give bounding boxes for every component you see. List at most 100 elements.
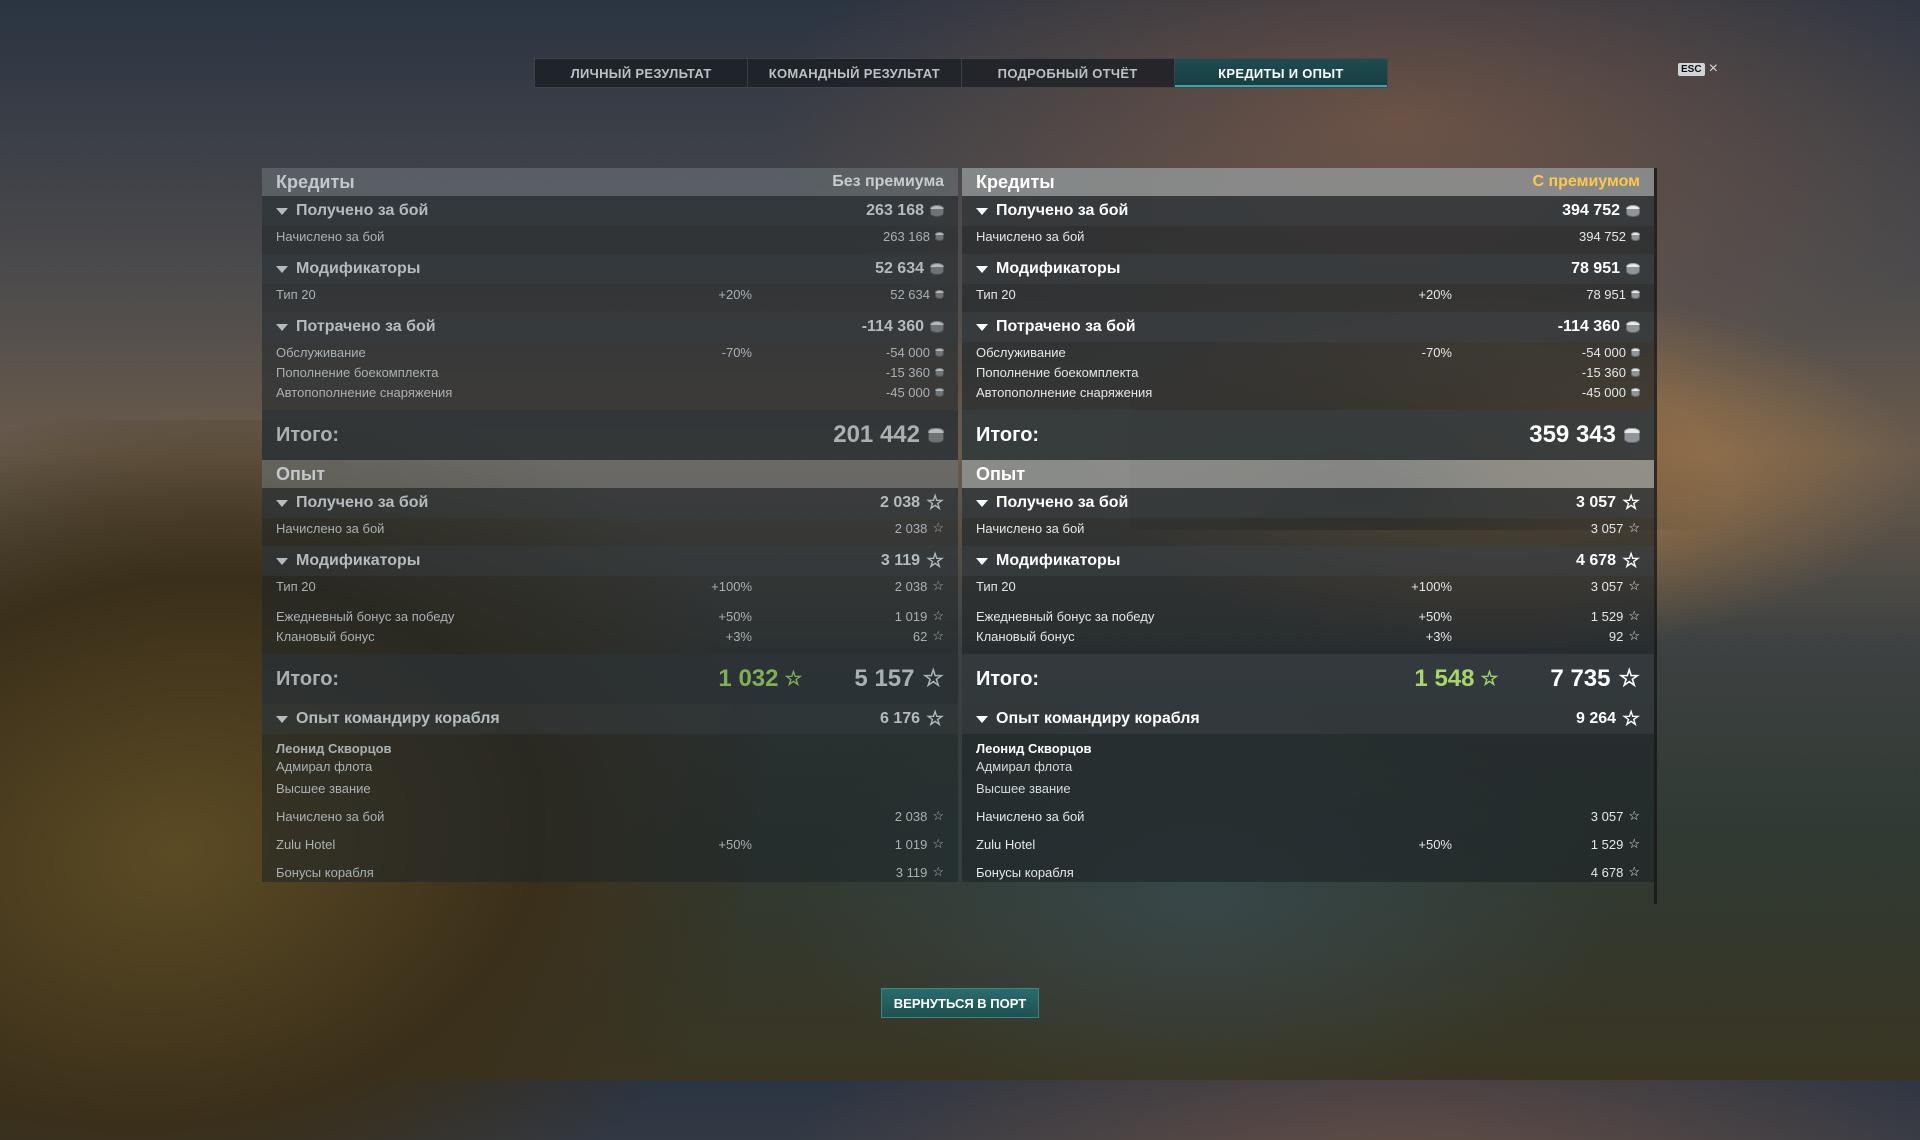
close-button[interactable]: ESC × (1678, 61, 1718, 77)
triangle-down-icon (976, 323, 988, 331)
list-item: Zulu Hotel +50% 1 529 ☆ (962, 834, 1654, 854)
list-item: Начислено за бой 2 038 ☆ (262, 806, 958, 826)
item-value: -15 360 (1581, 364, 1626, 380)
total-label: Итого: (276, 423, 340, 446)
item-percent: +50% (718, 836, 752, 852)
item-value: 2 038 (894, 578, 928, 594)
triangle-down-icon (976, 557, 988, 565)
triangle-down-icon (976, 265, 988, 273)
list-item: Тип 20 +100% 2 038 ☆ (262, 576, 958, 596)
row-label: Опыт командиру корабля (996, 710, 1200, 727)
item-value: 263 168 (883, 228, 930, 244)
coin-icon (935, 387, 944, 397)
tab-team-result[interactable]: КОМАНДНЫЙ РЕЗУЛЬТАТ (748, 59, 962, 87)
item-value: 1 019 (894, 608, 928, 624)
commander-info: Леонид Скворцов Адмирал флота Высшее зва… (962, 734, 1654, 798)
commander-rank: Адмирал флота (276, 759, 373, 774)
item-label: Пополнение боекомплекта (276, 364, 439, 380)
total-value: 359 343 (1529, 421, 1616, 448)
item-label: Автопополнение снаряжения (276, 384, 453, 400)
item-label: Ежедневный бонус за победу (276, 608, 455, 624)
triangle-down-icon (276, 265, 288, 273)
free-xp-total: 1 548 ☆ (1414, 665, 1498, 693)
triangle-down-icon (976, 207, 988, 215)
triangle-down-icon (276, 715, 288, 723)
tab-bar: ЛИЧНЫЙ РЕЗУЛЬТАТ КОМАНДНЫЙ РЕЗУЛЬТАТ ПОД… (534, 58, 1388, 88)
coin-icon (930, 205, 944, 217)
row-label: Модификаторы (996, 260, 1121, 277)
credits-header: Кредиты С премиумом (962, 168, 1654, 196)
star-icon: ☆ (784, 668, 803, 690)
tab-detailed-report[interactable]: ПОДРОБНЫЙ ОТЧЁТ (962, 59, 1175, 87)
list-item: Тип 20 +100% 3 057 ☆ (962, 576, 1654, 596)
panel-without-premium: Кредиты Без премиума Получено за бой 263… (262, 168, 958, 904)
xp-modifiers-row[interactable]: Модификаторы 3 119 ☆ (262, 546, 958, 576)
free-xp-value: 1 032 (718, 665, 779, 692)
row-value: -114 360 (1557, 318, 1620, 335)
tab-personal-result[interactable]: ЛИЧНЫЙ РЕЗУЛЬТАТ (535, 59, 749, 87)
total-label: Итого: (976, 423, 1040, 446)
star-icon: ☆ (926, 550, 944, 572)
row-label: Опыт командиру корабля (296, 710, 500, 727)
star-icon: ☆ (1618, 665, 1640, 692)
star-icon: ☆ (1628, 836, 1640, 851)
item-value: 92 (1608, 628, 1624, 644)
row-value: 263 168 (866, 202, 924, 219)
xp-modifiers-row[interactable]: Модификаторы 4 678 ☆ (962, 546, 1654, 576)
item-label: Автопополнение снаряжения (976, 384, 1153, 400)
item-value: 52 634 (890, 286, 930, 302)
list-item: Тип 20 +20% 78 951 (962, 284, 1654, 304)
list-item: Обслуживание -70% -54 000 (262, 342, 958, 362)
total-value: 7 735 (1550, 665, 1611, 692)
xp-total-row: Итого: 1 548 ☆ 7 735 ☆ (962, 654, 1654, 704)
item-percent: +50% (718, 608, 752, 624)
star-icon: ☆ (932, 520, 944, 535)
credits-block: Получено за бой 263 168 Начислено за бой… (262, 196, 958, 460)
item-label: Тип 20 (976, 578, 1016, 594)
coin-icon (930, 321, 944, 333)
item-value: 1 019 (894, 836, 928, 852)
row-label: Потрачено за бой (996, 318, 1136, 335)
item-label: Начислено за бой (276, 520, 385, 536)
commander-xp-row[interactable]: Опыт командиру корабля 6 176 ☆ (262, 704, 958, 734)
list-item: Клановый бонус +3% 92 ☆ (962, 626, 1654, 646)
item-value: 2 038 (894, 520, 928, 536)
commander-xp-row[interactable]: Опыт командиру корабля 9 264 ☆ (962, 704, 1654, 734)
item-value: 4 678 (1590, 864, 1624, 880)
list-item: Обслуживание -70% -54 000 (962, 342, 1654, 362)
coin-icon (935, 347, 944, 357)
credits-spent-row[interactable]: Потрачено за бой -114 360 (262, 312, 958, 342)
xp-earned-row[interactable]: Получено за бой 3 057 ☆ (962, 488, 1654, 518)
credits-earned-row[interactable]: Получено за бой 394 752 (962, 196, 1654, 226)
row-label: Модификаторы (996, 552, 1121, 569)
credits-modifiers-row[interactable]: Модификаторы 52 634 (262, 254, 958, 284)
item-percent: +3% (1425, 628, 1452, 644)
triangle-down-icon (976, 499, 988, 507)
commander-rank-note: Высшее звание (276, 781, 371, 796)
return-to-port-button[interactable]: ВЕРНУТЬСЯ В ПОРТ (881, 988, 1039, 1018)
star-icon: ☆ (1628, 864, 1640, 879)
star-icon: ☆ (1628, 520, 1640, 535)
commander-info: Леонид Скворцов Адмирал флота Высшее зва… (262, 734, 958, 798)
credits-earned-row[interactable]: Получено за бой 263 168 (262, 196, 958, 226)
star-icon: ☆ (926, 708, 944, 730)
xp-earned-row[interactable]: Получено за бой 2 038 ☆ (262, 488, 958, 518)
star-icon: ☆ (932, 808, 944, 823)
list-item: Начислено за бой 3 057 ☆ (962, 518, 1654, 538)
star-icon: ☆ (926, 492, 944, 514)
credits-modifiers-row[interactable]: Модификаторы 78 951 (962, 254, 1654, 284)
list-item: Начислено за бой 263 168 (262, 226, 958, 246)
row-value: 2 038 (880, 494, 921, 511)
coin-icon (1626, 205, 1640, 217)
star-icon: ☆ (1628, 628, 1640, 643)
row-label: Модификаторы (296, 260, 421, 277)
credits-spent-row[interactable]: Потрачено за бой -114 360 (962, 312, 1654, 342)
star-icon: ☆ (1622, 492, 1640, 514)
row-value: -114 360 (861, 318, 924, 335)
tab-credits-and-xp[interactable]: КРЕДИТЫ И ОПЫТ (1174, 59, 1387, 87)
item-value: 3 119 (895, 864, 928, 880)
item-percent: -70% (1421, 344, 1452, 360)
item-label: Бонусы корабля (976, 864, 1074, 880)
row-value: 78 951 (1571, 260, 1620, 277)
star-icon: ☆ (1628, 808, 1640, 823)
